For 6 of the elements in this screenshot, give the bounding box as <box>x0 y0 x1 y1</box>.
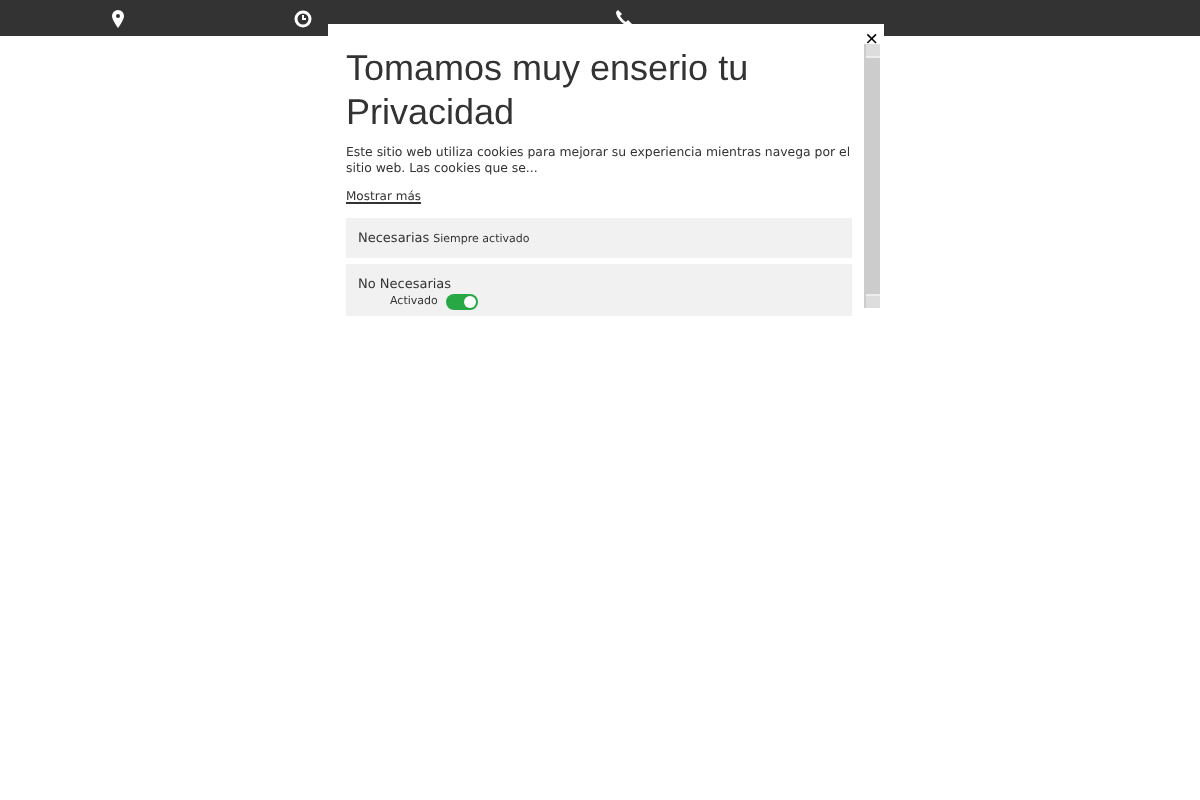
toggle-switch[interactable] <box>445 294 478 310</box>
dialog-title: Tomamos muy enserio tu Privacidad <box>346 46 751 134</box>
map-pin-icon[interactable] <box>112 9 124 27</box>
scrollbar[interactable] <box>864 44 880 308</box>
clock-icon[interactable] <box>294 9 312 27</box>
close-button[interactable]: × <box>865 30 878 50</box>
